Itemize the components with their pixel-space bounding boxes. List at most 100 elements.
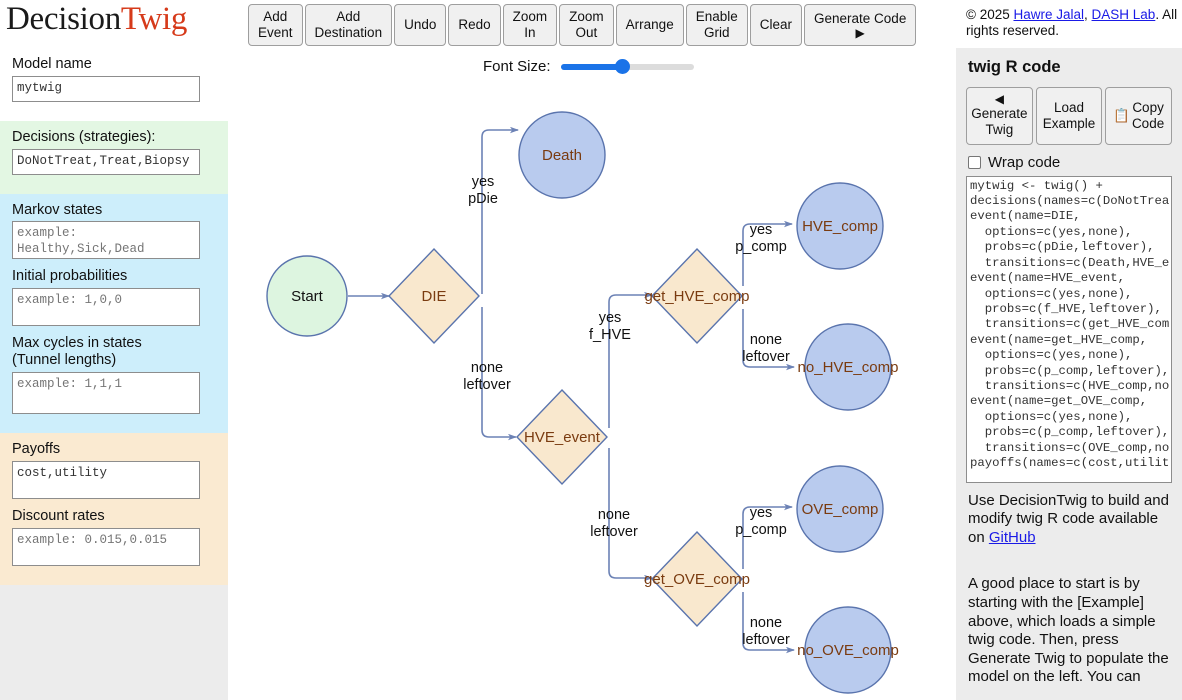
- wrap-code-checkbox[interactable]: [968, 155, 981, 169]
- button-label: Enable Grid: [695, 9, 738, 40]
- field-input[interactable]: [12, 527, 200, 566]
- node-label: Start: [291, 288, 324, 305]
- copyright-prefix: © 2025: [966, 7, 1014, 22]
- dash-lab-link[interactable]: DASH Lab: [1092, 7, 1156, 22]
- edge-label-line: none: [471, 360, 503, 376]
- edge-label-line: yes: [750, 222, 773, 238]
- wrap-code-row[interactable]: Wrap code: [968, 154, 1172, 171]
- field-input[interactable]: [12, 148, 200, 175]
- edge-label: yes f_HVE: [589, 310, 631, 343]
- node-label: get_HVE_comp: [644, 288, 749, 305]
- sidebar-section-peach: Payoffs Discount rates: [0, 432, 228, 585]
- zoom-in-button[interactable]: Zoom In: [502, 4, 558, 46]
- add-destination-button[interactable]: Add Destination: [304, 4, 393, 46]
- button-label: Generate Twig: [971, 106, 1028, 138]
- button-label: Copy Code: [1131, 99, 1165, 131]
- clear-button[interactable]: Clear: [749, 4, 803, 46]
- node-no_HVE_comp[interactable]: no_HVE_comp: [798, 323, 899, 411]
- edge-label: yes pDie: [468, 174, 498, 207]
- play-triangle-icon: ▶: [855, 26, 865, 41]
- button-label: Add Destination: [314, 9, 383, 40]
- edge-label: none leftover: [590, 507, 638, 540]
- field-input[interactable]: [12, 75, 200, 102]
- sidebar-section-blue: Markov states Initial probabilities Max cy…: [0, 193, 228, 433]
- left-triangle-icon: ◀: [994, 92, 1004, 106]
- button-label: Redo: [458, 17, 491, 33]
- field-label: Model name: [12, 56, 92, 72]
- node-get_HVE_comp[interactable]: get_HVE_comp: [644, 247, 750, 345]
- main-toolbar: Add Event Add Destination Undo Redo Zoom In Z…: [248, 4, 918, 46]
- top-bar: DecisionTwig Add Event Add Destination Und…: [0, 0, 1182, 48]
- logo-text-twig: Twig: [120, 1, 188, 37]
- load-example-button[interactable]: Load Example: [1035, 87, 1103, 145]
- arrange-button[interactable]: Arrange: [615, 4, 684, 46]
- copyright-separator: ,: [1084, 7, 1092, 22]
- button-label: Zoom In: [512, 9, 548, 40]
- wrap-code-label: Wrap code: [988, 153, 1061, 171]
- field-label: Initial probabilities: [12, 268, 128, 285]
- button-label: Zoom Out: [569, 9, 604, 40]
- generate-twig-button[interactable]: ◀ Generate Twig: [966, 87, 1033, 145]
- field-input[interactable]: [12, 221, 200, 260]
- node-start[interactable]: Start: [266, 255, 348, 337]
- node-HVE_event[interactable]: HVE_event: [516, 388, 608, 486]
- field-label: Max cycles in states (Tunnel lengths): [12, 335, 142, 369]
- generate-code-button[interactable]: Generate Code ▶: [804, 4, 917, 46]
- enable-grid-button[interactable]: Enable Grid: [685, 4, 748, 46]
- button-label: Arrange: [625, 17, 674, 33]
- field-label: Decisions (strategies):: [12, 128, 156, 145]
- edge-label: none leftover: [463, 360, 511, 393]
- edge-label: none leftover: [742, 615, 790, 648]
- field-input[interactable]: [12, 288, 200, 327]
- sidebar-section-white: Model name: [0, 48, 228, 121]
- github-link[interactable]: GitHub: [989, 529, 1036, 546]
- edge-label-line: pDie: [468, 191, 498, 207]
- node-get_OVE_comp[interactable]: get_OVE_comp: [644, 530, 750, 628]
- copyright-notice: © 2025 Hawre Jalal, DASH Lab. All rights…: [966, 7, 1180, 40]
- node-label: Death: [542, 147, 582, 164]
- node-label: get_OVE_comp: [644, 571, 750, 588]
- edge-label-line: f_HVE: [589, 327, 631, 343]
- button-label: Generate Code: [814, 10, 907, 26]
- edge-label-line: none: [750, 615, 782, 631]
- edge-label-line: none: [750, 332, 782, 348]
- node-label: no_HVE_comp: [798, 359, 899, 376]
- redo-button[interactable]: Redo: [448, 4, 501, 46]
- button-label: Undo: [404, 17, 437, 33]
- field-input[interactable]: [12, 371, 200, 414]
- undo-button[interactable]: Undo: [394, 4, 447, 46]
- code-panel-buttons: ◀ Generate Twig Load Example 📋 Copy Code: [966, 87, 1173, 145]
- field-input[interactable]: [12, 460, 200, 499]
- button-label: Load Example: [1042, 99, 1096, 131]
- zoom-out-button[interactable]: Zoom Out: [559, 4, 614, 46]
- field-label: Markov states: [12, 201, 103, 218]
- add-event-button[interactable]: Add Event: [248, 4, 303, 46]
- node-DIE[interactable]: DIE: [388, 247, 480, 345]
- button-label: Add Event: [258, 9, 293, 40]
- edge-label-line: leftover: [590, 524, 638, 540]
- hawre-jalal-link[interactable]: Hawre Jalal: [1013, 7, 1084, 22]
- node-HVE_comp[interactable]: HVE_comp: [796, 182, 884, 270]
- node-no_OVE_comp[interactable]: no_OVE_comp: [797, 606, 899, 694]
- edge-label-line: yes: [750, 505, 773, 521]
- panel-blurb-2: A good place to start is by starting wit…: [968, 575, 1169, 686]
- edge-label-line: none: [598, 507, 630, 523]
- r-code-textarea[interactable]: mytwig <- twig() + decisions(names=c(DoN…: [966, 175, 1172, 483]
- edge-label-line: yes: [472, 174, 495, 190]
- panel-blurb-1: Use DecisionTwig to build and modify twi…: [968, 492, 1176, 548]
- node-Death[interactable]: Death: [518, 111, 606, 199]
- nodes-layer: Start DIE Death HVE_event get_HVE_comp HVE_co…: [266, 111, 899, 694]
- edge-label-line: p_comp: [735, 239, 787, 255]
- field-label: Discount rates: [12, 507, 105, 524]
- edge-die-death[interactable]: [481, 126, 519, 294]
- node-label: HVE_comp: [802, 218, 878, 235]
- node-label: HVE_event: [524, 429, 601, 446]
- edge-label-line: p_comp: [735, 522, 787, 538]
- node-label: no_OVE_comp: [797, 642, 899, 659]
- node-OVE_comp[interactable]: OVE_comp: [796, 465, 884, 553]
- diagram-canvas[interactable]: Font Size: Start DIE Death HVE_event get_HVE…: [228, 48, 956, 700]
- copy-code-button[interactable]: 📋 Copy Code: [1105, 87, 1173, 145]
- tree-graph[interactable]: Start DIE Death HVE_event get_HVE_comp HVE_co…: [228, 48, 956, 700]
- node-label: DIE: [421, 288, 446, 305]
- edge-label: none leftover: [742, 332, 790, 365]
